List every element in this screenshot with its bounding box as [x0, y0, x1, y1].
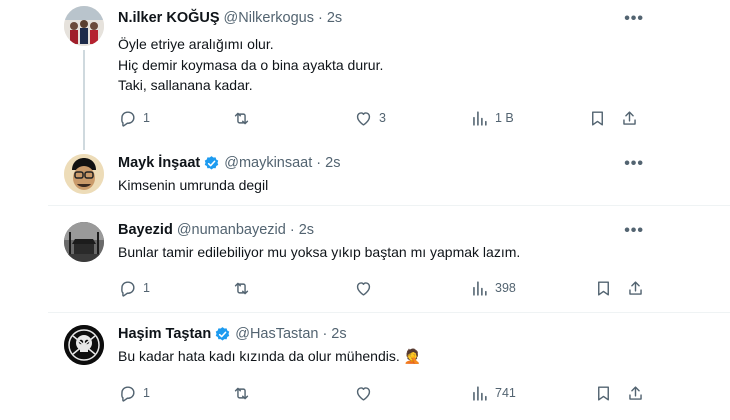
separator-dot: ·: [289, 222, 295, 238]
bookmark-icon: [598, 385, 609, 401]
share-icon: [629, 280, 642, 295]
retweet-icon: [234, 112, 249, 124]
view-count: 398: [495, 281, 516, 295]
tweet[interactable]: Haşim Taştan @HasTastan · 2s Bu kadar ha…: [0, 313, 730, 420]
tweet[interactable]: N.ilker KOĞUŞ @Nilkerkogus · 2s ••• Öyle…: [0, 0, 730, 150]
verified-badge-icon: [215, 326, 230, 341]
tweet-actions: 1 741: [118, 381, 648, 405]
tweet-text: Kimsenin umrunda degil: [118, 177, 269, 193]
tweet-text: Öyle etriye aralığımı olur. Hiç demir ko…: [118, 36, 384, 93]
share-icon: [623, 110, 636, 125]
heart-icon: [356, 281, 371, 296]
cartoon-face-icon: [64, 154, 104, 194]
views-button[interactable]: 741: [470, 381, 516, 405]
reply-button[interactable]: 1: [118, 381, 150, 405]
reply-button[interactable]: 1: [118, 106, 150, 130]
share-button[interactable]: [626, 381, 645, 405]
retweet-button[interactable]: [232, 106, 257, 130]
separator-dot: ·: [316, 155, 322, 171]
skull-logo-icon: [64, 325, 104, 365]
like-button[interactable]: [354, 276, 379, 300]
separator-dot: ·: [318, 10, 323, 26]
tweet-text: Bu kadar hata kadı kızında da olur mühen…: [118, 348, 422, 364]
views-chart-icon: [473, 280, 487, 296]
reply-count: 1: [143, 386, 150, 400]
username[interactable]: @Nilkerkogus: [224, 10, 314, 26]
reply-button[interactable]: 1: [118, 276, 150, 300]
thread-line: [83, 50, 85, 150]
tweet-actions: 1 3 1 B: [118, 106, 648, 130]
tweet-actions: 1 398: [118, 276, 648, 300]
retweet-icon: [234, 282, 249, 294]
more-options-icon[interactable]: •••: [624, 155, 644, 173]
more-options-icon[interactable]: •••: [624, 222, 644, 240]
tweet[interactable]: Bayezid @numanbayezid · 2s ••• Bunlar ta…: [0, 206, 730, 312]
verified-badge-icon: [204, 155, 219, 170]
view-count: 1 B: [495, 111, 514, 125]
like-count: 3: [379, 111, 386, 125]
tweet-text: Bunlar tamir edilebiliyor mu yoksa yıkıp…: [118, 244, 521, 260]
username[interactable]: @numanbayezid: [177, 222, 286, 238]
views-chart-icon: [473, 385, 487, 401]
display-name[interactable]: N.ilker KOĞUŞ: [118, 10, 220, 26]
heart-icon: [356, 386, 371, 401]
reply-icon: [121, 385, 135, 402]
retweet-button[interactable]: [232, 276, 257, 300]
like-button[interactable]: 3: [354, 106, 386, 130]
timestamp[interactable]: 2s: [299, 222, 314, 238]
view-count: 741: [495, 386, 516, 400]
tweet-header: Bayezid @numanbayezid · 2s: [118, 220, 314, 240]
like-button[interactable]: [354, 381, 379, 405]
username[interactable]: @maykinsaat: [224, 155, 312, 171]
display-name[interactable]: Mayk İnşaat: [118, 155, 200, 171]
tweet-header: N.ilker KOĞUŞ @Nilkerkogus · 2s: [118, 8, 342, 28]
share-button[interactable]: [620, 106, 639, 130]
username[interactable]: @HasTastan: [235, 326, 318, 342]
timestamp[interactable]: 2s: [331, 326, 346, 342]
views-button[interactable]: 1 B: [470, 106, 514, 130]
tweet[interactable]: Mayk İnşaat @maykinsaat · 2s ••• Kimseni…: [0, 150, 730, 206]
heart-icon: [356, 111, 371, 126]
reply-icon: [121, 110, 135, 127]
views-chart-icon: [473, 110, 487, 126]
bookmark-button[interactable]: [594, 381, 613, 405]
avatar[interactable]: [64, 325, 104, 365]
tweet-header: Haşim Taştan @HasTastan · 2s: [118, 324, 347, 344]
bookmark-icon: [598, 280, 609, 296]
views-button[interactable]: 398: [470, 276, 516, 300]
display-name[interactable]: Haşim Taştan: [118, 326, 211, 342]
share-icon: [629, 385, 642, 400]
bookmark-button[interactable]: [588, 106, 607, 130]
retweet-button[interactable]: [232, 381, 257, 405]
tweet-header: Mayk İnşaat @maykinsaat · 2s: [118, 153, 340, 173]
separator-dot: ·: [322, 326, 328, 342]
group-photo-icon: [64, 6, 104, 46]
display-name[interactable]: Bayezid: [118, 222, 173, 238]
retweet-icon: [234, 387, 249, 399]
more-options-icon[interactable]: •••: [624, 10, 644, 28]
reply-icon: [121, 280, 135, 297]
avatar[interactable]: [64, 154, 104, 194]
mosque-photo-icon: [64, 222, 104, 262]
bookmark-icon: [592, 110, 603, 126]
reply-count: 1: [143, 281, 150, 295]
reply-count: 1: [143, 111, 150, 125]
share-button[interactable]: [626, 276, 645, 300]
avatar[interactable]: [64, 222, 104, 262]
bookmark-button[interactable]: [594, 276, 613, 300]
avatar[interactable]: [64, 6, 104, 46]
timestamp[interactable]: 2s: [325, 155, 340, 171]
timestamp[interactable]: 2s: [327, 10, 342, 26]
